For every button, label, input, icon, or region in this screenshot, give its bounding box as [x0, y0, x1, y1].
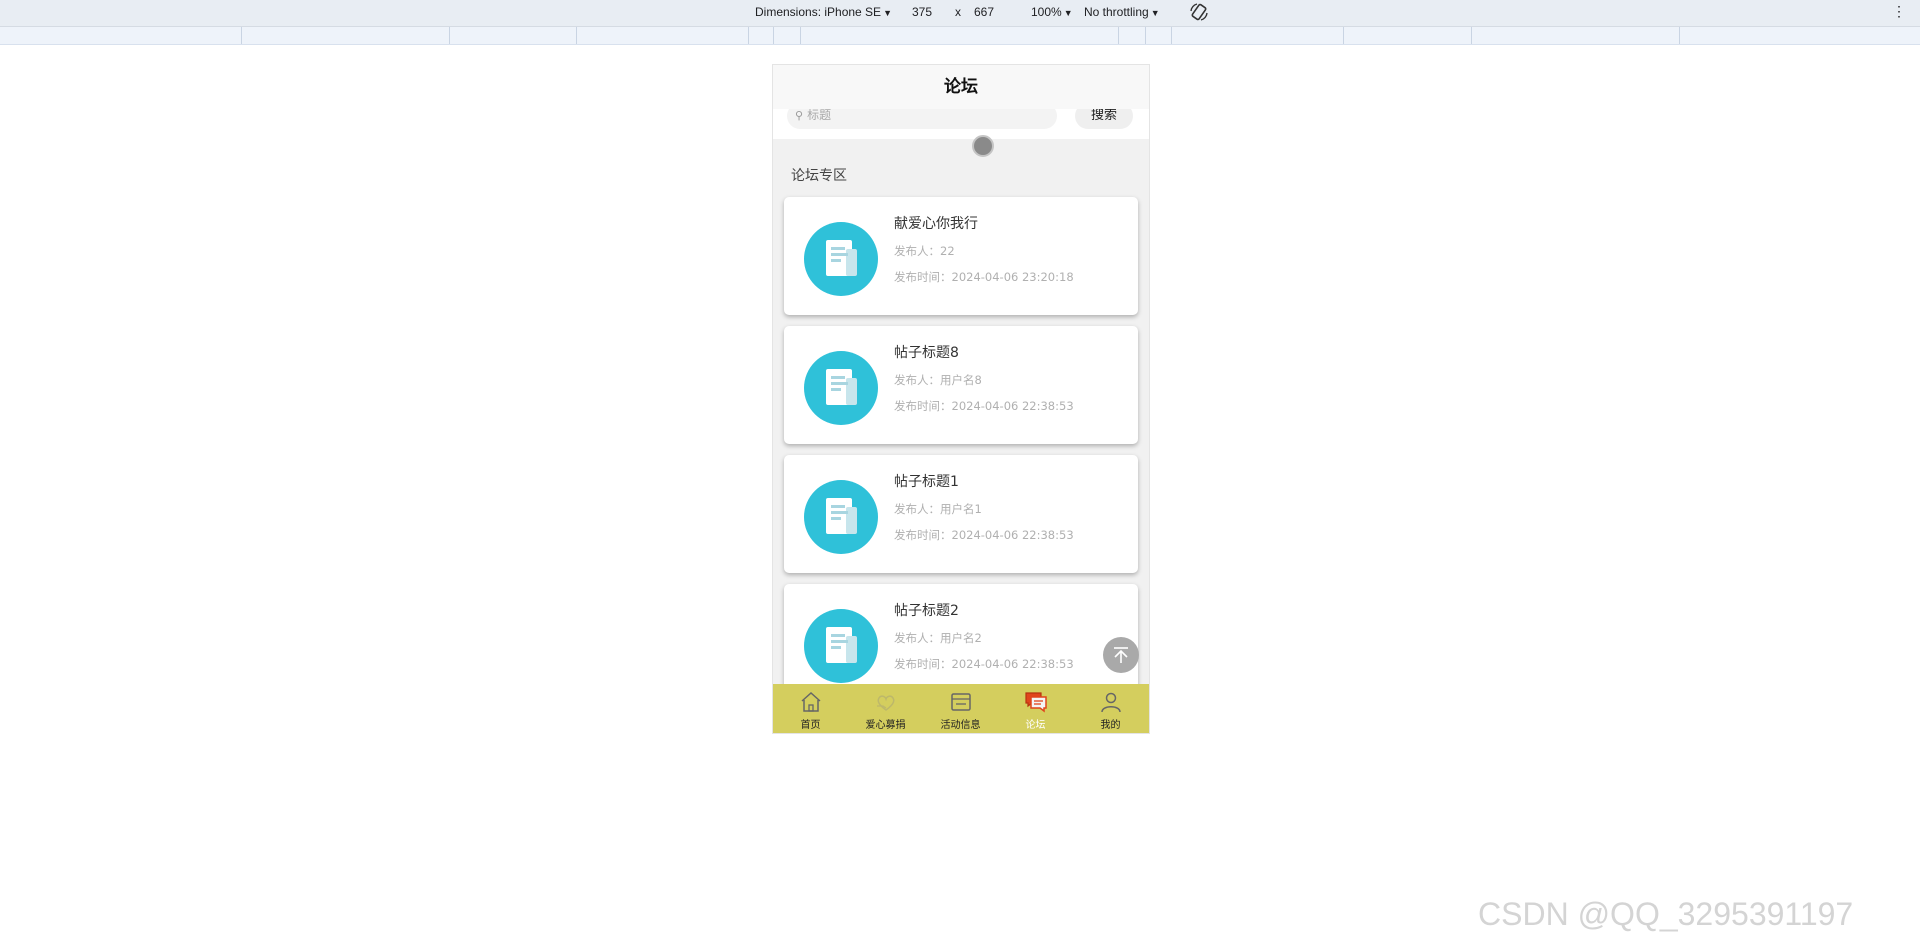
- tab-home[interactable]: 首页: [773, 684, 848, 733]
- donation-icon: [877, 695, 895, 711]
- more-options-icon[interactable]: ⋮: [1892, 3, 1906, 20]
- document-icon: [804, 480, 878, 554]
- caret-down-icon: ▼: [1150, 8, 1160, 18]
- arrow-up-icon: [1114, 647, 1128, 663]
- devtools-device-toolbar: Dimensions: iPhone SE ▼ 375 x 667 100% ▼ N…: [0, 0, 1920, 27]
- search-button[interactable]: 搜索: [1075, 109, 1133, 129]
- ruler-tick: [1171, 27, 1172, 44]
- tab-label: 论坛: [1025, 720, 1046, 731]
- page-title: 论坛: [773, 65, 1149, 109]
- ruler-tick: [1145, 27, 1146, 44]
- tab-profile[interactable]: 我的: [1073, 684, 1148, 733]
- ruler-tick: [748, 27, 749, 44]
- post-title: 帖子标题8: [894, 345, 959, 361]
- tab-label: 活动信息: [940, 720, 981, 731]
- tab-label: 我的: [1100, 720, 1121, 731]
- post-card[interactable]: 帖子标题8 发布人：用户名8 发布时间：2024-04-06 22:38:53: [784, 326, 1138, 444]
- throttling-label: No throttling: [1084, 5, 1149, 19]
- post-author: 发布人：用户名8: [894, 373, 982, 387]
- tab-activity[interactable]: 活动信息: [923, 684, 998, 733]
- ruler-tick: [1343, 27, 1344, 44]
- post-title: 献爱心你我行: [894, 216, 978, 232]
- search-input[interactable]: ⚲ 标题: [787, 109, 1057, 129]
- viewport-height-input[interactable]: 667: [974, 5, 994, 19]
- dimension-separator: x: [955, 5, 961, 19]
- ruler-tick: [773, 27, 774, 44]
- back-to-top-button[interactable]: [1103, 637, 1139, 673]
- rotate-icon[interactable]: [1189, 2, 1209, 22]
- post-author: 发布人：22: [894, 244, 955, 258]
- profile-icon: [1101, 692, 1121, 713]
- tab-label: 首页: [800, 720, 821, 731]
- bottom-tab-bar: 首页 爱心募捐 活动信息 论坛 我的: [773, 684, 1149, 733]
- post-title: 帖子标题2: [894, 603, 959, 619]
- post-author: 发布人：用户名1: [894, 502, 982, 516]
- document-icon: [804, 609, 878, 683]
- search-placeholder: 标题: [807, 109, 832, 122]
- post-time: 发布时间：2024-04-06 22:38:53: [894, 657, 1074, 671]
- tab-forum[interactable]: 论坛: [998, 684, 1073, 733]
- tab-donation[interactable]: 爱心募捐: [848, 684, 923, 733]
- document-icon: [804, 222, 878, 296]
- tab-label: 爱心募捐: [865, 720, 906, 731]
- post-time: 发布时间：2024-04-06 22:38:53: [894, 528, 1074, 542]
- ruler-tick: [241, 27, 242, 44]
- touch-cursor-indicator: [972, 135, 994, 157]
- home-icon: [801, 691, 821, 712]
- post-title: 帖子标题1: [894, 474, 959, 490]
- post-author: 发布人：用户名2: [894, 631, 982, 645]
- zoom-dropdown[interactable]: 100% ▼: [1031, 5, 1073, 19]
- watermark: CSDN @QQ_3295391197: [1478, 896, 1854, 932]
- post-card[interactable]: 帖子标题1 发布人：用户名1 发布时间：2024-04-06 22:38:53: [784, 455, 1138, 573]
- device-dimensions-dropdown[interactable]: Dimensions: iPhone SE ▼: [755, 5, 892, 19]
- post-time: 发布时间：2024-04-06 22:38:53: [894, 399, 1074, 413]
- section-title: 论坛专区: [791, 168, 847, 184]
- post-card[interactable]: 献爱心你我行 发布人：22 发布时间：2024-04-06 23:20:18: [784, 197, 1138, 315]
- throttling-dropdown[interactable]: No throttling ▼: [1084, 5, 1160, 19]
- ruler-tick: [449, 27, 450, 44]
- activity-icon: [951, 693, 971, 711]
- ruler-tick: [576, 27, 577, 44]
- device-dimensions-label: Dimensions: iPhone SE: [755, 5, 882, 19]
- search-icon: ⚲: [795, 109, 804, 122]
- caret-down-icon: ▼: [1063, 8, 1073, 18]
- viewport-width-input[interactable]: 375: [912, 5, 932, 19]
- ruler-tick: [800, 27, 801, 44]
- document-icon: [804, 351, 878, 425]
- search-bar: ⚲ 标题 搜索: [773, 109, 1149, 139]
- ruler-tick: [1679, 27, 1680, 44]
- forum-icon: [1025, 692, 1047, 713]
- zoom-label: 100%: [1031, 5, 1062, 19]
- phone-viewport: 论坛 ⚲ 标题 搜索 论坛专区 献爱心你我行 发布人：22 发布时间：2024-0…: [772, 64, 1150, 734]
- media-query-ruler: [0, 27, 1920, 45]
- ruler-tick: [1471, 27, 1472, 44]
- caret-down-icon: ▼: [883, 8, 892, 18]
- post-time: 发布时间：2024-04-06 23:20:18: [894, 270, 1074, 284]
- ruler-tick: [1118, 27, 1119, 44]
